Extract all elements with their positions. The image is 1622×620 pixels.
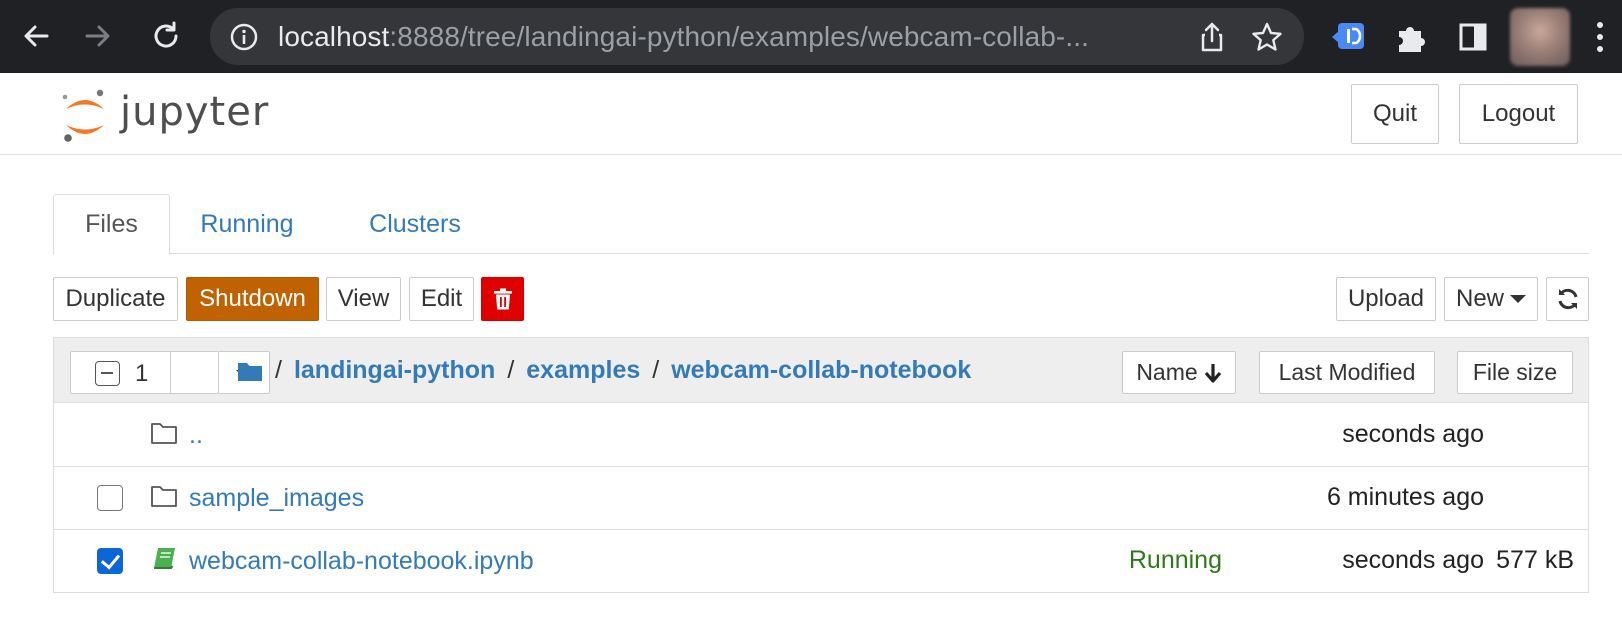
profile-avatar[interactable]: [1510, 8, 1570, 66]
running-status: Running: [1128, 546, 1222, 574]
url-host: localhost: [278, 21, 390, 52]
quit-button[interactable]: Quit: [1351, 84, 1439, 144]
last-modified: seconds ago: [1342, 546, 1484, 574]
file-name-link[interactable]: sample_images: [189, 467, 364, 530]
puzzle-icon: [1399, 27, 1425, 52]
select-all-button[interactable]: 1: [70, 351, 219, 394]
folder-icon: [151, 423, 177, 444]
dot: [1597, 46, 1603, 52]
url-text[interactable]: localhost:8888/tree/landingai-python/exa…: [278, 8, 1089, 65]
arrow-down-icon: [1204, 363, 1221, 383]
list-item[interactable]: .. seconds ago: [54, 404, 1588, 467]
jupyter-logo[interactable]: jupyter: [60, 87, 280, 147]
edit-button[interactable]: Edit: [409, 277, 474, 321]
dot: [1597, 22, 1603, 28]
last-modified: 6 minutes ago: [1326, 483, 1484, 511]
delete-button[interactable]: [481, 277, 524, 321]
breadcrumb-separator: /: [652, 356, 660, 384]
select-all-checkbox[interactable]: [95, 361, 120, 386]
jupyter-header: jupyter Quit Logout: [0, 73, 1622, 155]
divider: [170, 352, 171, 393]
refresh-button[interactable]: [1546, 277, 1589, 321]
breadcrumb-landingai-python[interactable]: landingai-python: [294, 356, 495, 385]
folder-icon: [151, 486, 177, 507]
new-dropdown-button[interactable]: New: [1444, 277, 1538, 321]
sort-by-last-modified-button[interactable]: Last Modified: [1259, 351, 1435, 394]
duplicate-button[interactable]: Duplicate: [53, 277, 178, 321]
file-list: 1 / landingai-python / examples / webcam…: [53, 337, 1589, 593]
notebook-icon: [154, 548, 175, 569]
reload-icon: [154, 21, 178, 48]
refresh-icon: [1558, 288, 1577, 310]
reload-button[interactable]: [142, 12, 190, 60]
star-icon[interactable]: [1250, 20, 1284, 54]
tab-files[interactable]: Files: [53, 194, 170, 255]
share-icon[interactable]: [1195, 20, 1229, 54]
folder-icon[interactable]: [237, 360, 263, 382]
jupyter-wordmark: jupyter: [120, 89, 270, 135]
tab-clusters[interactable]: Clusters: [355, 194, 475, 254]
row-checkbox[interactable]: [97, 548, 123, 574]
file-name-link[interactable]: ..: [189, 404, 203, 467]
list-item[interactable]: webcam-collab-notebook.ipynb Running sec…: [54, 530, 1588, 593]
file-list-header: 1 / landingai-python / examples / webcam…: [54, 338, 1588, 403]
logout-button[interactable]: Logout: [1459, 84, 1578, 144]
sort-by-file-size-button[interactable]: File size: [1457, 351, 1573, 394]
sort-name-label: Name: [1136, 359, 1198, 385]
breadcrumb-separator: /: [275, 356, 282, 384]
menu-button[interactable]: [1590, 18, 1610, 56]
row-checkbox[interactable]: [97, 485, 123, 511]
breadcrumb-webcam-collab-notebook[interactable]: webcam-collab-notebook: [671, 356, 971, 385]
breadcrumb-separator: /: [507, 356, 515, 384]
breadcrumb: / landingai-python / examples / webcam-c…: [237, 338, 971, 403]
side-panel-button[interactable]: [1454, 18, 1492, 56]
selected-count: 1: [135, 360, 149, 387]
view-button[interactable]: View: [326, 277, 401, 321]
tab-running[interactable]: Running: [187, 194, 307, 254]
browser-toolbar: localhost:8888/tree/landingai-python/exa…: [0, 0, 1622, 73]
upload-button[interactable]: Upload: [1336, 277, 1436, 321]
translate-extension-icon: [1332, 23, 1364, 49]
address-bar[interactable]: localhost:8888/tree/landingai-python/exa…: [210, 8, 1304, 65]
extension-button[interactable]: [1330, 18, 1368, 56]
forward-button[interactable]: [74, 12, 122, 60]
breadcrumb-examples[interactable]: examples: [526, 356, 640, 385]
trash-icon: [493, 288, 512, 310]
url-path: :8888/tree/landingai-python/examples/web…: [389, 21, 1089, 52]
new-button-label: New: [1456, 285, 1505, 312]
sort-by-name-button[interactable]: Name: [1122, 351, 1236, 394]
side-panel-icon: [1459, 23, 1487, 51]
shutdown-button[interactable]: Shutdown: [186, 277, 319, 321]
caret-down-icon: [1510, 295, 1527, 303]
tab-bar: Files Running Clusters: [53, 194, 1589, 255]
dot: [1597, 34, 1603, 40]
file-size: 577 kB: [1496, 546, 1574, 574]
arrow-right-icon: [85, 25, 110, 47]
jupyter-logo-icon: [62, 89, 104, 142]
list-item[interactable]: sample_images 6 minutes ago: [54, 467, 1588, 530]
extensions-button[interactable]: [1392, 18, 1430, 56]
last-modified: seconds ago: [1342, 420, 1484, 448]
arrow-left-icon: [24, 25, 49, 47]
back-button[interactable]: [12, 12, 60, 60]
file-name-link[interactable]: webcam-collab-notebook.ipynb: [189, 530, 534, 593]
info-icon[interactable]: [228, 21, 260, 53]
